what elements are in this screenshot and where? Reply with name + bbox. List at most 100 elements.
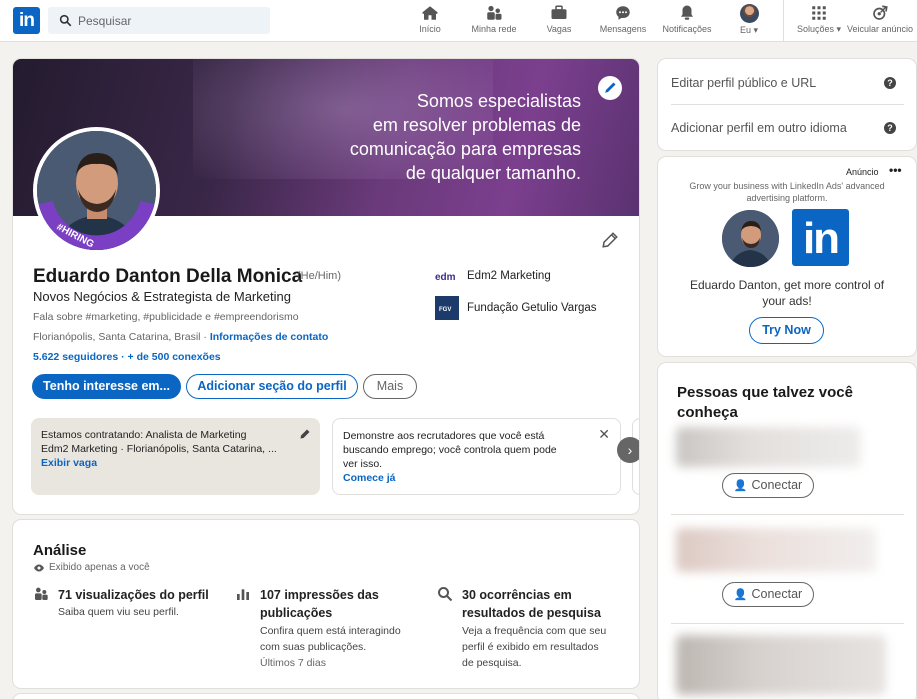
nav-solutions[interactable]: Soluções ▾ [793,4,845,38]
profile-views-desc: Saiba quem viu seu perfil. [58,606,179,618]
banner-line: comunicação para empresas [349,139,581,159]
connect-label: Conectar [751,478,803,492]
nav-label: Veicular anúncio [846,24,914,34]
network-icon [487,5,502,20]
grid-icon [812,6,826,20]
banner-text: Somos especialistas em resolver problema… [350,89,581,185]
experience-fgv[interactable]: FGV Fundação Getulio Vargas [435,296,597,320]
title-line: 107 impressões das [260,588,379,602]
profile-name: Eduardo Danton Della Monica [33,266,303,287]
contact-info-link[interactable]: Informações de contato [210,331,328,343]
profile-photo[interactable]: #HIRING [33,127,160,254]
add-person-icon: 👤 [733,480,748,492]
edit-banner-button[interactable] [598,76,622,100]
nav-messaging[interactable]: Mensagens [596,4,650,38]
search-appearances-title: 30 ocorrências em resultados de pesquisa [462,586,632,622]
connect-button[interactable]: 👤 Conectar [722,473,814,498]
profile-network: 5.622 seguidores · + de 500 conexões [33,351,221,363]
edm2-logo-text: edm [435,272,456,283]
nav-advertise[interactable]: Veicular anúncio [845,4,915,38]
hiring-card: Estamos contratando: Analista de Marketi… [31,418,320,495]
followers-link[interactable]: 5.622 seguidores [33,351,118,363]
ad-label: Anúncio [846,167,879,177]
nav-my-network[interactable]: Minha rede [466,4,522,38]
fgv-logo-icon: FGV [435,296,459,320]
try-now-button[interactable]: Try Now [749,317,824,344]
nav-me[interactable]: Eu ▾ [733,4,765,38]
nav-label: Minha rede [471,24,517,34]
post-impressions-title: 107 impressões das publicações [260,586,420,622]
more-options-icon[interactable]: ••• [889,163,902,177]
experience-edm2[interactable]: edm Edm2 Marketing [435,264,551,288]
profile-card: Somos especialistas em resolver problema… [13,59,639,514]
experience-name: Fundação Getulio Vargas [467,302,597,314]
edit-intro-pencil-icon[interactable] [601,231,619,249]
desc-line: Veja a frequência com que seu [462,625,607,637]
desc-line: Confira quem está interagindo [260,625,401,637]
desc-line: perfil é exibido em resultados [462,641,599,653]
open-to-work-card: Demonstre aos recrutadores que você está… [332,418,621,495]
nav-home[interactable]: Início [412,4,448,38]
close-icon[interactable]: ✕ [598,427,610,441]
ad-compass-icon [873,5,888,20]
get-started-link[interactable]: Comece já [343,471,610,485]
nav-jobs[interactable]: Vagas [540,4,578,38]
analytics-subtitle: Exibido apenas a você [33,562,150,573]
help-icon[interactable]: ? [884,77,896,89]
banner-line: em resolver problemas de [372,115,581,135]
search-icon [59,14,72,27]
people-you-may-know-card: Pessoas que talvez você conheça 👤 Conecta… [658,363,916,699]
open-to-work-text: ver isso. [343,458,383,470]
nav-label: Notificações [662,24,712,34]
edit-public-profile-link[interactable]: Editar perfil público e URL [671,76,816,90]
search-input[interactable] [78,7,258,34]
connect-label: Conectar [751,587,803,601]
pymk-title: Pessoas que talvez você conheça [677,384,853,421]
title-line: publicações [260,606,333,620]
experience-name: Edm2 Marketing [467,270,551,282]
messaging-icon [616,6,630,20]
nav-divider [783,0,784,42]
profile-settings-card: Editar perfil público e URL ? Adicionar … [658,59,916,150]
banner-line: de qualquer tamanho. [405,163,581,183]
ad-card: Anúncio ••• Grow your business with Link… [658,157,916,356]
add-profile-section-button[interactable]: Adicionar seção do perfil [186,374,358,399]
hiring-title: Estamos contratando: Analista de Marketi… [41,429,247,441]
ad-avatar-image [722,210,779,267]
divider [671,104,904,105]
nav-notifications[interactable]: Notificações [658,4,716,38]
add-language-profile-link[interactable]: Adicionar perfil em outro idioma [671,121,847,135]
bar-chart-icon [237,589,249,600]
open-to-button[interactable]: Tenho interesse em... [32,374,181,399]
analytics-title: Análise [33,542,87,559]
view-job-link[interactable]: Exibir vaga [41,456,310,470]
visibility-text: Exibido apenas a você [49,562,150,573]
top-nav: in Início Minha rede Vagas Mensagens Not… [0,0,917,42]
carousel-next-button[interactable]: › [617,437,639,463]
blurred-person-1 [676,427,861,467]
more-button[interactable]: Mais [363,374,417,399]
nav-label: Mensagens [599,24,647,34]
edit-hiring-pencil-icon[interactable] [299,428,311,440]
linkedin-logo-icon[interactable]: in [13,7,40,34]
help-icon[interactable]: ? [884,122,896,134]
pencil-icon [605,82,616,93]
open-to-work-text: Demonstre aos recrutadores que você está [343,430,545,442]
eye-icon [34,564,44,571]
profile-views-title: 71 visualizações do perfil [58,588,209,602]
search-bar[interactable] [48,7,270,34]
connect-button[interactable]: 👤 Conectar [722,582,814,607]
next-section-card [13,694,639,699]
search-appearances-desc: Veja a frequência com que seu perfil é e… [462,623,606,671]
connections-link[interactable]: · + de 500 conexões [118,351,221,363]
desc-line: de pesquisa. [462,657,522,669]
analytics-card: Análise Exibido apenas a você 71 visuali… [13,520,639,688]
avatar [739,4,759,23]
linkedin-logo-icon: in [792,209,849,266]
desc-line: com suas publicações. [260,641,367,653]
location-text: Florianópolis, Santa Catarina, Brasil · [33,331,210,343]
home-icon [422,6,438,20]
add-person-icon: 👤 [733,589,748,601]
title-line: 30 ocorrências em [462,588,572,602]
people-icon [35,587,48,600]
